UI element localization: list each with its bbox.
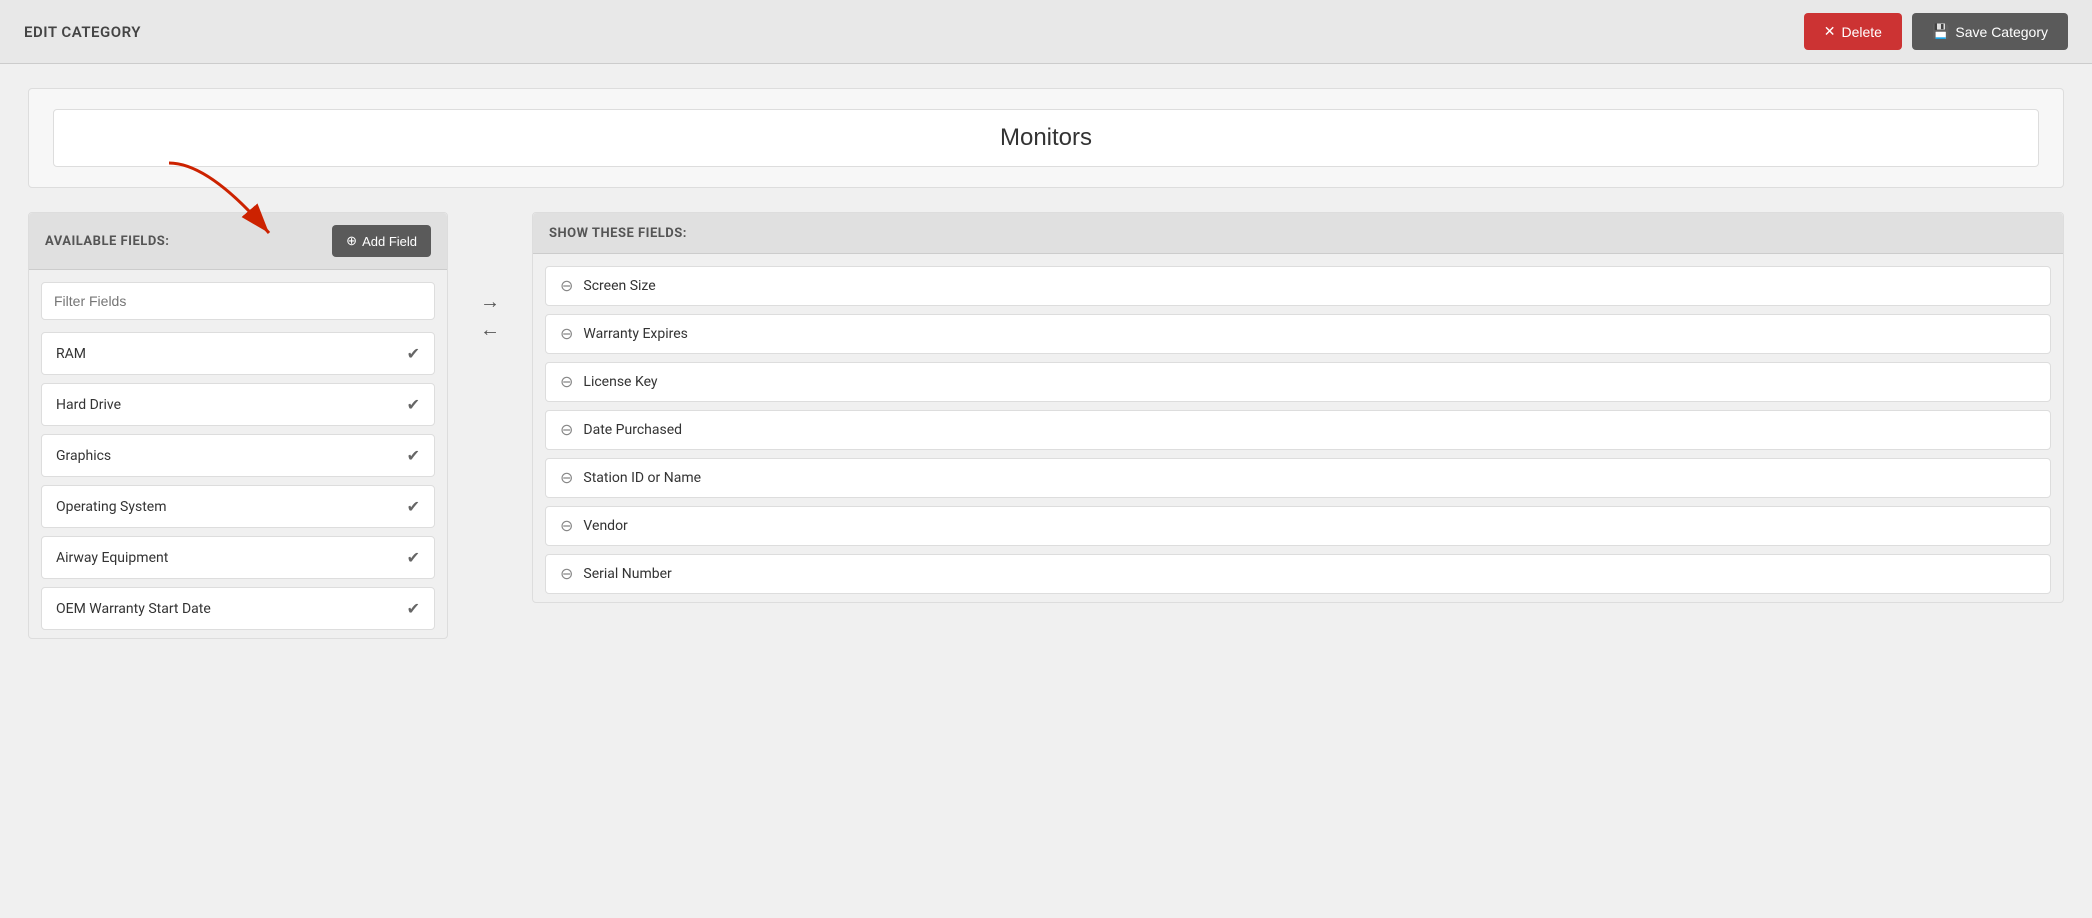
show-field-item[interactable]: ⊖ Serial Number [545, 554, 2051, 594]
check-circle-icon: ✔ [407, 599, 420, 618]
transfer-arrows: → ← [448, 292, 532, 340]
show-field-item[interactable]: ⊖ Station ID or Name [545, 458, 2051, 498]
remove-circle-icon[interactable]: ⊖ [560, 374, 573, 390]
check-circle-icon: ✔ [407, 497, 420, 516]
check-circle-icon: ✔ [407, 446, 420, 465]
move-left-button[interactable]: ← [480, 320, 500, 340]
available-fields-panel: AVAILABLE FIELDS: ⊕ Add Field [28, 212, 448, 639]
show-items-list: ⊖ Screen Size ⊖ Warranty Expires ⊖ Licen… [533, 266, 2063, 594]
move-right-button[interactable]: → [480, 292, 500, 312]
save-label: Save Category [1955, 24, 2048, 40]
field-item-label: Graphics [56, 448, 111, 464]
field-item-label: Operating System [56, 499, 167, 515]
show-field-label: Date Purchased [583, 422, 682, 438]
show-field-item[interactable]: ⊖ Warranty Expires [545, 314, 2051, 354]
show-field-item[interactable]: ⊖ Date Purchased [545, 410, 2051, 450]
remove-circle-icon[interactable]: ⊖ [560, 422, 573, 438]
available-panel-header: AVAILABLE FIELDS: ⊕ Add Field [29, 213, 447, 270]
save-disk-icon: 💾 [1932, 23, 1949, 40]
show-field-label: Station ID or Name [583, 470, 701, 486]
field-item-label: Hard Drive [56, 397, 121, 413]
filter-fields-input[interactable] [41, 282, 435, 320]
show-field-item[interactable]: ⊖ Vendor [545, 506, 2051, 546]
remove-circle-icon[interactable]: ⊖ [560, 326, 573, 342]
add-plus-icon: ⊕ [346, 233, 357, 249]
delete-label: Delete [1841, 24, 1881, 40]
fields-layout: AVAILABLE FIELDS: ⊕ Add Field [28, 212, 2064, 639]
save-category-button[interactable]: 💾 Save Category [1912, 13, 2068, 50]
available-field-item[interactable]: RAM ✔ [41, 332, 435, 375]
available-field-item[interactable]: Hard Drive ✔ [41, 383, 435, 426]
check-circle-icon: ✔ [407, 395, 420, 414]
category-name-box [28, 88, 2064, 188]
show-field-label: Screen Size [583, 278, 655, 294]
available-field-item[interactable]: OEM Warranty Start Date ✔ [41, 587, 435, 630]
available-field-item[interactable]: Graphics ✔ [41, 434, 435, 477]
show-field-label: Warranty Expires [583, 326, 687, 342]
add-field-label: Add Field [362, 234, 417, 249]
header-buttons: ✕ Delete 💾 Save Category [1804, 13, 2068, 50]
field-item-label: RAM [56, 346, 86, 362]
remove-circle-icon[interactable]: ⊖ [560, 566, 573, 582]
arrow-right-icon: → [480, 291, 500, 313]
delete-button[interactable]: ✕ Delete [1804, 13, 1902, 50]
arrow-left-icon: ← [480, 319, 500, 341]
delete-x-icon: ✕ [1824, 23, 1836, 40]
show-field-label: Vendor [583, 518, 627, 534]
field-item-label: OEM Warranty Start Date [56, 601, 211, 617]
show-field-item[interactable]: ⊖ Screen Size [545, 266, 2051, 306]
add-field-button[interactable]: ⊕ Add Field [332, 225, 431, 257]
page-title: EDIT CATEGORY [24, 23, 141, 41]
remove-circle-icon[interactable]: ⊖ [560, 518, 573, 534]
available-items-list: RAM ✔ Hard Drive ✔ Graphics ✔ Operating … [29, 332, 447, 630]
show-fields-panel: SHOW THESE FIELDS: ⊖ Screen Size ⊖ Warra… [532, 212, 2064, 603]
show-field-item[interactable]: ⊖ License Key [545, 362, 2051, 402]
category-name-input[interactable] [53, 109, 2039, 167]
check-circle-icon: ✔ [407, 344, 420, 363]
remove-circle-icon[interactable]: ⊖ [560, 278, 573, 294]
show-fields-title: SHOW THESE FIELDS: [549, 226, 687, 241]
remove-circle-icon[interactable]: ⊖ [560, 470, 573, 486]
show-panel-header: SHOW THESE FIELDS: [533, 213, 2063, 254]
show-field-label: Serial Number [583, 566, 671, 582]
check-circle-icon: ✔ [407, 548, 420, 567]
available-field-item[interactable]: Operating System ✔ [41, 485, 435, 528]
show-field-label: License Key [583, 374, 657, 390]
available-fields-title: AVAILABLE FIELDS: [45, 234, 169, 249]
header: EDIT CATEGORY ✕ Delete 💾 Save Category [0, 0, 2092, 64]
main-content: AVAILABLE FIELDS: ⊕ Add Field [0, 64, 2092, 663]
available-field-item[interactable]: Airway Equipment ✔ [41, 536, 435, 579]
field-item-label: Airway Equipment [56, 550, 168, 566]
